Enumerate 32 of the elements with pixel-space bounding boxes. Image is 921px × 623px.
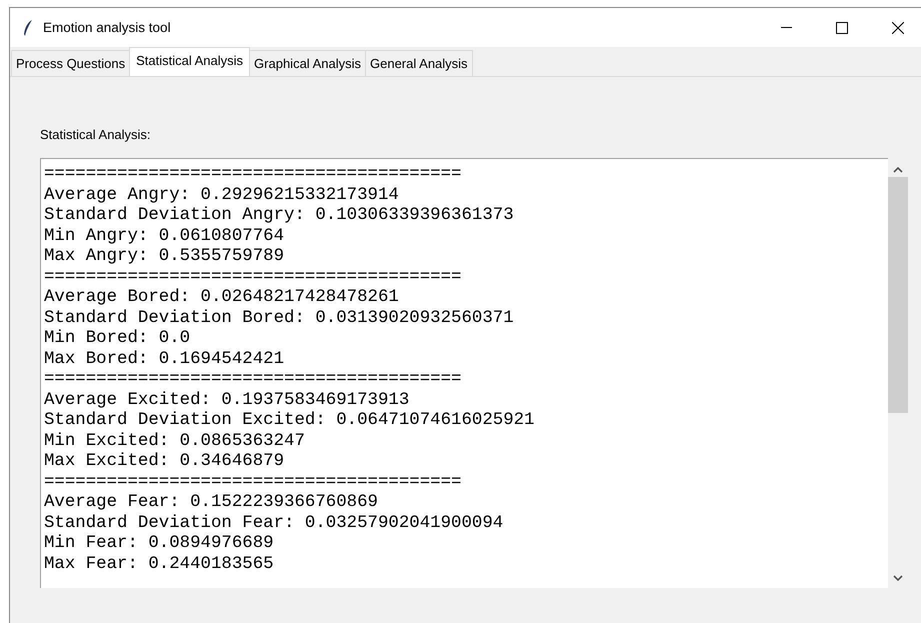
- output-line: Average Fear: 0.1522239366760869: [44, 493, 378, 514]
- output-line: Max Bored: 0.1694542421: [44, 350, 284, 370]
- tab[interactable]: Statistical Analysis: [129, 47, 250, 76]
- tab[interactable]: Process Questions: [11, 50, 130, 76]
- output-line: Average Excited: 0.1937583469173913: [44, 390, 410, 411]
- output-line: Average Angry: 0.29296215332173914: [44, 186, 399, 206]
- output-line: Standard Deviation Bored: 0.03139020932560371: [44, 308, 514, 329]
- output-line: ========================================: [44, 370, 462, 390]
- scroll-down-icon[interactable]: [893, 575, 903, 581]
- scroll-up-icon[interactable]: [893, 167, 903, 173]
- maximize-icon[interactable]: [836, 22, 848, 34]
- output-line: Standard Deviation Angry: 0.10306339396361373: [44, 206, 514, 226]
- output-line: Min Excited: 0.0865363247: [44, 432, 305, 452]
- output-line: Min Angry: 0.0610807764: [44, 226, 284, 247]
- scroll-thumb[interactable]: [888, 177, 908, 413]
- output-line: Min Bored: 0.0: [44, 329, 190, 350]
- output-line: Max Fear: 0.2440183565: [44, 554, 274, 575]
- feather-icon: [23, 18, 33, 36]
- close-icon[interactable]: [892, 22, 904, 34]
- section-label: Statistical Analysis:: [40, 127, 152, 142]
- output-line: ========================================: [44, 268, 462, 288]
- output-line: ========================================: [44, 165, 462, 186]
- output-line: Max Angry: 0.5355759789: [44, 247, 284, 268]
- output-line: ========================================: [44, 472, 462, 493]
- window-title: Emotion analysis tool: [43, 20, 172, 35]
- output-line: Min Fear: 0.0894976689: [44, 534, 274, 554]
- output-line: Average Bored: 0.02648217428478261: [44, 288, 399, 308]
- output-line: Standard Deviation Excited: 0.06471074616025921: [44, 411, 534, 432]
- output-line: Standard Deviation Fear: 0.03257902041900094: [44, 514, 504, 534]
- tab[interactable]: General Analysis: [365, 50, 473, 76]
- output-line: Max Excited: 0.34646879: [44, 452, 284, 472]
- output-text-area[interactable]: [40, 158, 888, 588]
